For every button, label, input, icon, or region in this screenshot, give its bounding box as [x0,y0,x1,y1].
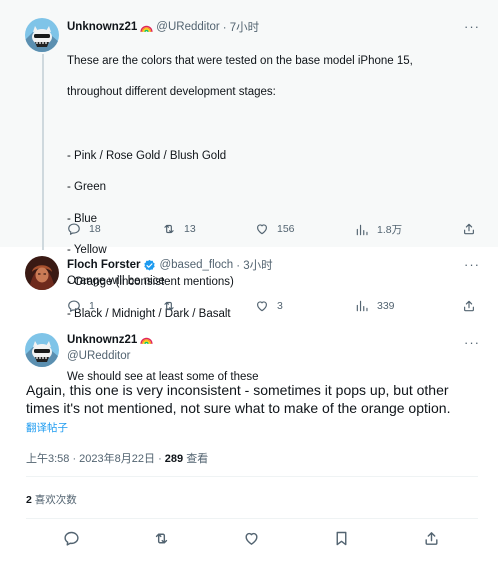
divider [26,518,478,519]
view-label: 查看 [183,453,209,465]
retweet-icon[interactable] [153,530,170,547]
share-icon [462,299,476,313]
text-line: These are the colors that were tested on… [67,54,413,67]
views-icon [355,223,369,237]
retweet-icon [162,222,176,236]
like-count: 156 [277,223,295,235]
text-line: - Green [67,181,106,194]
divider [26,476,478,477]
translate-link[interactable]: 翻译帖子 [26,420,68,435]
share-icon [462,222,476,236]
post-time[interactable]: · 3小时 [236,257,272,273]
author-name[interactable]: Unknownz21 [67,334,137,346]
avatar[interactable] [25,333,59,367]
retweet-icon [162,299,176,313]
view-count: 339 [377,300,395,312]
bookmark-icon[interactable] [333,530,350,547]
tweet-header: Floch Forster @based_floch · 3小时 [67,257,273,273]
share-button[interactable] [462,299,476,313]
rainbow-icon [140,333,153,346]
reply-count: 18 [89,223,101,235]
avatar[interactable] [25,18,59,52]
likes-label: 喜欢次数 [31,494,77,506]
like-icon [255,299,269,313]
tweet-actions: 1 3 339 [0,299,498,315]
tweet-header: Unknownz21 @URedditor · 7小时 [67,19,259,35]
main-author: Unknownz21 @URedditor [67,333,153,362]
avatar[interactable] [25,256,59,290]
reply-button[interactable]: 1 [67,299,95,313]
reply-icon [67,299,81,313]
view-count: 289 [164,453,184,465]
tweet-text: Orange will be nice [67,275,165,287]
thread-connector-line [42,54,44,250]
reply-icon [67,222,81,236]
views-button[interactable]: 339 [355,299,395,313]
text-line: - Pink / Rose Gold / Blush Gold [67,149,227,162]
author-name[interactable]: Unknownz21 [67,21,137,33]
post-time[interactable]: · 7小时 [223,19,259,35]
likes-summary[interactable]: 2 喜欢次数 [26,492,77,507]
author-handle[interactable]: @URedditor [156,21,219,33]
timestamp-text[interactable]: 上午3:58 · 2023年8月22日 · [26,453,165,465]
text-line: throughout different development stages: [67,86,276,99]
reply-icon[interactable] [63,530,80,547]
like-icon [255,222,269,236]
author-handle[interactable]: @based_floch [159,259,233,271]
tweet-actions: 18 13 156 1.8万 [0,222,498,238]
like-button[interactable]: 3 [255,299,283,313]
views-icon [355,299,369,313]
like-button[interactable]: 156 [255,222,295,236]
like-count: 3 [277,300,283,312]
retweet-button[interactable]: 13 [162,222,196,236]
author-name[interactable]: Floch Forster [67,259,140,271]
views-button[interactable]: 1.8万 [355,222,402,237]
more-icon[interactable]: ··· [464,336,480,349]
view-count: 1.8万 [377,224,403,236]
retweet-count: 13 [184,223,196,235]
share-button[interactable] [462,222,476,236]
retweet-button[interactable] [162,299,184,313]
verified-icon [144,259,156,271]
author-handle[interactable]: @URedditor [67,350,153,362]
reply-count: 1 [89,300,95,312]
rainbow-icon [140,21,153,34]
like-icon[interactable] [243,530,260,547]
post-timestamp: 上午3:58 · 2023年8月22日 · 289 查看 [26,450,208,466]
reply-button[interactable]: 18 [67,222,101,236]
more-icon[interactable]: ··· [464,258,480,271]
share-icon[interactable] [423,530,440,547]
more-icon[interactable]: ··· [464,20,480,33]
main-tweet-text: Again, this one is very inconsistent - s… [26,382,451,416]
text-line [67,117,413,133]
